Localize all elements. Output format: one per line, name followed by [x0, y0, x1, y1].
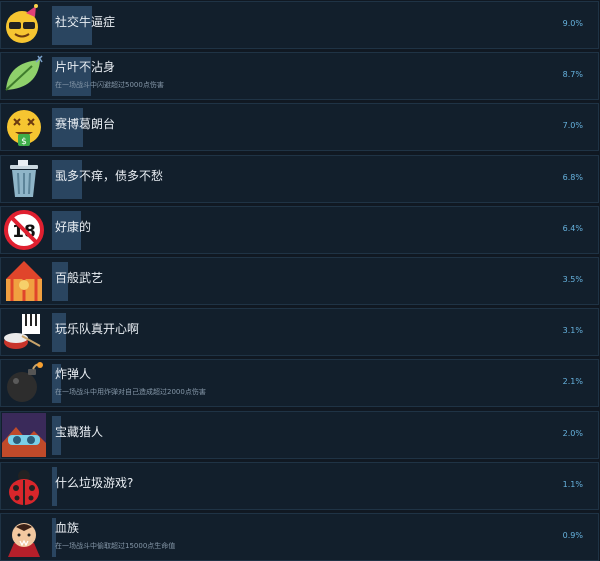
unlock-percentage: 2.0% [562, 428, 583, 438]
achievement-row: 百般武艺 3.5% [0, 257, 599, 305]
achievement-row: 赛博葛朗台 7.0% [0, 103, 599, 152]
ladybug-icon [2, 464, 46, 508]
leaf-icon [2, 54, 46, 98]
vampire-icon [2, 515, 46, 559]
party-sunglasses-icon [2, 3, 46, 47]
drum-and-keys-icon [2, 310, 46, 354]
achievement-description: 在一场战斗中用炸弹对自己造成超过2000点伤害 [55, 388, 206, 397]
achievement-description: 在一场战斗中偷取超过15000点生命值 [55, 542, 176, 550]
unlock-percentage: 0.9% [562, 531, 583, 540]
achievement-row: 宝藏猎人 2.0% [0, 410, 599, 459]
unlock-percentage: 3.1% [562, 326, 583, 336]
achievement-name: 宝藏猎人 [55, 424, 104, 439]
achievement-name: 片叶不沾身 [55, 60, 116, 75]
treasure-goggles-icon [2, 412, 46, 457]
bomb-icon [2, 361, 46, 405]
achievement-row: 社交牛逼症 9.0% [0, 1, 599, 49]
achievement-row: 片叶不沾身在一场战斗中闪避超过5000点伤害 8.7% [0, 52, 599, 101]
achievement-name: 百般武艺 [55, 271, 104, 285]
trash-can-icon [2, 157, 46, 201]
unlock-percentage: 6.8% [562, 172, 583, 182]
achievement-row: 好康的 6.4% [0, 205, 599, 254]
achievement-name: 好康的 [55, 219, 92, 234]
achievement-name: 什么垃圾游戏? [55, 475, 134, 490]
achievement-list: 社交牛逼症 9.0% 片叶不沾身在一场战斗中闪避超过5000点伤害 8.7% 赛博葛朗台… [0, 0, 600, 561]
unlock-percentage: 6.4% [562, 223, 583, 233]
achievement-name: 血族 [55, 521, 80, 535]
achievement-name: 炸弹人 [55, 367, 92, 382]
achievement-row: 炸弹人在一场战斗中用炸弹对自己造成超过2000点伤害 2.1% [0, 359, 599, 408]
unlock-percentage: 2.1% [562, 377, 583, 387]
achievement-row: 什么垃圾游戏? 1.1% [0, 461, 599, 510]
no-under-18-icon [2, 208, 46, 252]
unlock-percentage: 7.0% [562, 121, 583, 131]
unlock-percentage: 9.0% [562, 19, 583, 28]
achievement-name: 赛博葛朗台 [55, 117, 116, 132]
achievement-description: 在一场战斗中闪避超过5000点伤害 [55, 81, 164, 90]
unlock-percentage: 3.5% [562, 275, 583, 284]
achievement-row: 玩乐队真开心啊 3.1% [0, 308, 599, 357]
achievement-row: 血族在一场战斗中偷取超过15000点生命值 0.9% [0, 513, 599, 561]
money-face-icon [2, 105, 46, 149]
circus-tent-icon [2, 259, 46, 303]
unlock-percentage: 8.7% [562, 70, 583, 80]
achievement-row: 虱多不痒，债多不愁 6.8% [0, 154, 599, 203]
achievement-name: 玩乐队真开心啊 [55, 322, 140, 337]
unlock-percentage: 1.1% [562, 479, 583, 489]
achievement-name: 虱多不痒，债多不愁 [55, 168, 164, 183]
achievement-name: 社交牛逼症 [55, 15, 116, 29]
